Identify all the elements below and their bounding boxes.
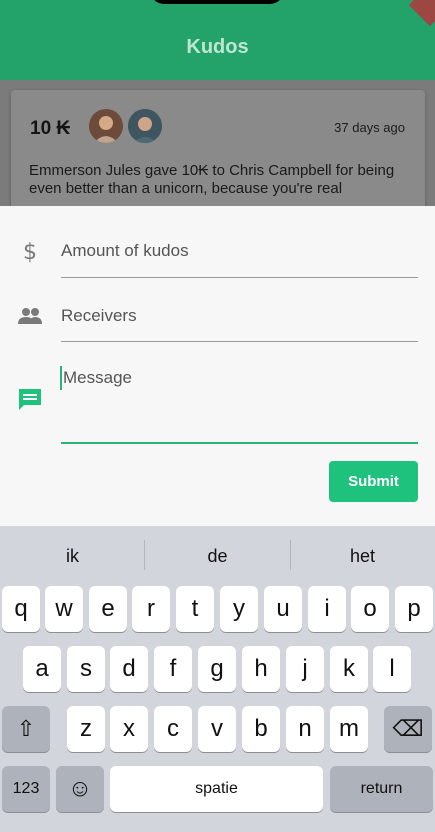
dollar-icon: $	[17, 238, 43, 265]
key-k[interactable]: k	[330, 646, 368, 692]
key-g[interactable]: g	[198, 646, 236, 692]
amount-input[interactable]: Amount of kudos	[61, 241, 418, 261]
submit-button[interactable]: Submit	[329, 461, 418, 502]
key-x[interactable]: x	[110, 706, 148, 752]
suggestion-2[interactable]: de	[145, 546, 290, 567]
amount-underline	[61, 277, 418, 278]
device-notch	[150, 0, 284, 4]
key-c[interactable]: c	[154, 706, 192, 752]
key-h[interactable]: h	[242, 646, 280, 692]
message-icon	[17, 386, 43, 412]
message-underline	[61, 442, 418, 444]
receivers-input[interactable]: Receivers	[61, 306, 418, 326]
key-n[interactable]: n	[286, 706, 324, 752]
key-s[interactable]: s	[67, 646, 105, 692]
giver-avatar	[89, 109, 123, 143]
space-key[interactable]: spatie	[110, 766, 323, 812]
kudos-message: Emmerson Jules gave 10₭ to Chris Campbel…	[29, 162, 395, 197]
kudos-amount: 10 ₭	[30, 118, 71, 139]
numbers-key[interactable]: 123	[2, 766, 50, 812]
page-title: Kudos	[186, 36, 249, 58]
key-i[interactable]: i	[308, 586, 346, 632]
text-cursor	[60, 366, 62, 390]
time-ago: 37 days ago	[334, 120, 405, 135]
suggestion-3[interactable]: het	[290, 546, 435, 567]
key-o[interactable]: o	[351, 586, 389, 632]
debug-banner	[408, 0, 435, 27]
key-d[interactable]: d	[110, 646, 148, 692]
receivers-underline	[61, 341, 418, 342]
on-screen-keyboard: ik de het q w e r t y u i o p a s d f g …	[0, 526, 435, 832]
key-q[interactable]: q	[2, 586, 40, 632]
suggestion-1[interactable]: ik	[0, 546, 145, 567]
key-p[interactable]: p	[395, 586, 433, 632]
key-t[interactable]: t	[176, 586, 214, 632]
key-m[interactable]: m	[330, 706, 368, 752]
receiver-avatar	[128, 109, 162, 143]
message-input[interactable]: Message	[63, 368, 420, 388]
key-l[interactable]: l	[373, 646, 411, 692]
key-j[interactable]: j	[286, 646, 324, 692]
key-y[interactable]: y	[220, 586, 258, 632]
new-kudos-sheet: $ Amount of kudos Receivers Message Subm…	[0, 206, 435, 526]
backspace-key[interactable]: ⌫	[384, 706, 432, 752]
app-bar: Kudos	[0, 0, 435, 80]
key-r[interactable]: r	[132, 586, 170, 632]
key-v[interactable]: v	[198, 706, 236, 752]
return-key[interactable]: return	[330, 766, 433, 812]
key-e[interactable]: e	[89, 586, 127, 632]
people-icon	[17, 303, 43, 329]
kudos-card: 10 ₭ 37 days ago Emmerson Jules gave 10₭…	[11, 90, 425, 220]
emoji-key[interactable]: ☺	[56, 766, 104, 812]
shift-key[interactable]: ⇧	[2, 706, 50, 752]
key-w[interactable]: w	[45, 586, 83, 632]
svg-text:$: $	[23, 240, 37, 264]
key-f[interactable]: f	[154, 646, 192, 692]
key-z[interactable]: z	[67, 706, 105, 752]
key-b[interactable]: b	[242, 706, 280, 752]
key-a[interactable]: a	[23, 646, 61, 692]
key-u[interactable]: u	[264, 586, 302, 632]
